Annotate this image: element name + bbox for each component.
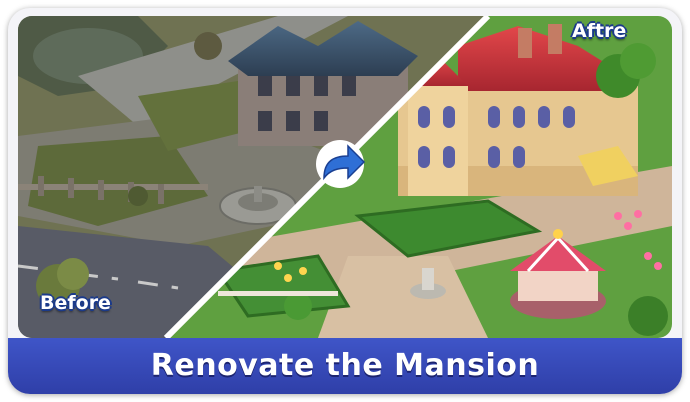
before-after-scene: [18, 16, 672, 338]
promo-card: Before Aftre Renovate the Mansion: [8, 8, 682, 394]
title-banner: Renovate the Mansion: [8, 338, 682, 394]
banner-title: Renovate the Mansion: [150, 348, 540, 383]
after-label: Aftre: [572, 20, 627, 42]
before-label: Before: [40, 292, 111, 314]
arrow-right-icon: [316, 140, 366, 188]
